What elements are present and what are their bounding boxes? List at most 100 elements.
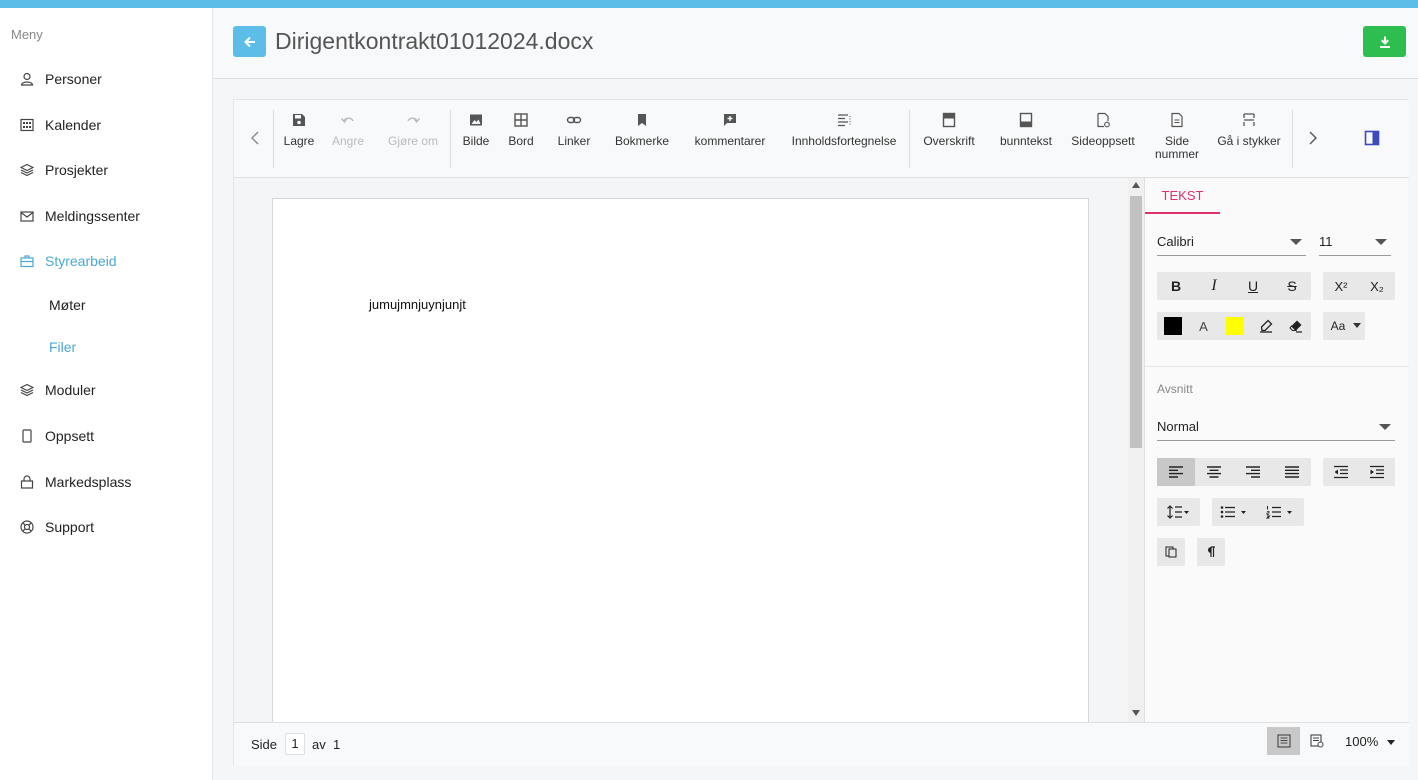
increase-indent-button[interactable] [1359,458,1395,486]
decrease-indent-button[interactable] [1323,458,1359,486]
line-spacing-button[interactable] [1157,498,1200,526]
alignment-group [1157,458,1311,486]
sidebar-item-label: Meldingssenter [45,208,140,224]
toolbar-divider [909,110,910,168]
toggle-properties-pane-button[interactable] [1364,130,1380,146]
page-break-button[interactable]: Gå i stykker [1216,112,1282,148]
paragraph-style-value: Normal [1157,419,1199,434]
font-color-dropdown[interactable]: A [1188,312,1219,340]
line-spacing-icon [1166,505,1191,519]
paste-button[interactable] [1157,538,1185,566]
align-right-button[interactable] [1234,458,1272,486]
bold-button[interactable]: B [1157,272,1195,300]
sidebar: Meny Personer Kalender Prosjekter Meldin… [0,8,213,780]
redo-button[interactable]: Gjøre om [386,112,440,148]
sidebar-item-oppsett[interactable]: Oppsett [0,418,212,454]
align-center-icon [1206,465,1222,479]
font-family-select[interactable]: Calibri [1157,228,1306,256]
footer-button[interactable]: bunntekst [999,112,1053,148]
sidebar-subitem-filer[interactable]: Filer [49,339,76,355]
indent-group [1323,458,1395,486]
toolbar-divider [450,110,451,168]
properties-pane: TEKST Calibri 11 B I U S X² X₂ A Aa Avsn… [1144,178,1409,722]
superscript-button[interactable]: X² [1323,272,1359,300]
vertical-scrollbar[interactable] [1128,178,1144,722]
paste-icon [1165,546,1177,558]
scroll-up-icon[interactable] [1132,182,1140,188]
chevron-down-icon[interactable] [1353,323,1361,328]
chevron-down-icon [1290,239,1302,245]
font-size-select[interactable]: 11 [1319,228,1391,256]
highlighter-icon [1259,319,1273,333]
highlighter-button[interactable] [1250,312,1281,340]
bookmark-icon [634,112,650,128]
undo-button[interactable]: Angre [330,112,366,148]
download-button[interactable] [1363,26,1406,57]
document-canvas[interactable]: jumujmnjuynjunjt [234,178,1128,722]
tab-text[interactable]: TEKST [1145,178,1220,214]
document-page[interactable]: jumujmnjuynjunjt [272,198,1089,722]
insert-table-button[interactable]: Bord [506,112,536,148]
bullet-list-button[interactable] [1212,498,1258,526]
table-of-contents-button[interactable]: Innholdsfortegnelse [790,112,898,148]
subscript-button[interactable]: X₂ [1359,272,1395,300]
zoom-select[interactable]: 100% [1345,734,1395,749]
comments-label: kommentarer [694,134,766,148]
highlight-color-button[interactable] [1219,312,1250,340]
sidebar-item-personer[interactable]: Personer [0,61,212,97]
back-button[interactable] [233,26,266,57]
sidebar-item-markedsplass[interactable]: Markedsplass [0,464,212,500]
scroll-down-icon[interactable] [1132,710,1140,716]
page-setup-label: Sideoppsett [1071,134,1135,148]
underline-button[interactable]: U [1234,272,1272,300]
font-color-button[interactable] [1157,312,1188,340]
print-layout-icon [1276,734,1291,748]
insert-comment-button[interactable]: kommentarer [694,112,766,148]
toolbar-scroll-right[interactable] [1306,130,1320,146]
justify-button[interactable] [1273,458,1311,486]
sidebar-item-moduler[interactable]: Moduler [0,372,212,408]
justify-icon [1284,465,1300,479]
undo-icon [340,112,356,128]
panel-toggle-icon [1364,130,1380,146]
page-setup-button[interactable]: Sideoppsett [1070,112,1136,148]
sidebar-item-kalender[interactable]: Kalender [0,107,212,143]
color-group: A [1157,312,1311,340]
align-center-button[interactable] [1195,458,1233,486]
header-icon [941,112,957,128]
insert-bookmark-button[interactable]: Bokmerke [614,112,670,148]
paragraph-style-select[interactable]: Normal [1157,413,1395,441]
numbered-list-button[interactable] [1258,498,1304,526]
italic-button[interactable]: I [1195,272,1233,300]
clear-format-button[interactable] [1281,312,1311,340]
strikethrough-button[interactable]: S [1273,272,1311,300]
insert-link-button[interactable]: Linker [556,112,592,148]
align-left-button[interactable] [1157,458,1195,486]
sidebar-item-prosjekter[interactable]: Prosjekter [0,152,212,188]
show-formatting-button[interactable] [1197,538,1225,566]
toolbar-scroll-left[interactable] [248,130,262,146]
scrollbar-thumb[interactable] [1130,196,1142,448]
sidebar-item-support[interactable]: Support [0,509,212,545]
highlight-color-swatch [1225,317,1244,335]
print-layout-button[interactable] [1267,727,1300,755]
bullet-list-icon [1220,505,1250,519]
insert-image-button[interactable]: Bilde [460,112,492,148]
change-case-button[interactable]: Aa [1323,312,1353,340]
web-layout-button[interactable] [1300,727,1333,755]
outdent-icon [1333,465,1349,479]
table-icon [513,112,529,128]
sidebar-item-meldingssenter[interactable]: Meldingssenter [0,198,212,234]
current-page-input[interactable]: 1 [285,733,305,755]
indent-icon [1369,465,1385,479]
sidebar-subitem-moter[interactable]: Møter [49,297,86,313]
link-label: Linker [557,134,591,148]
sidebar-item-styrearbeid[interactable]: Styrearbeid [0,243,212,279]
person-icon [20,72,34,86]
page-break-label: Gå i stykker [1217,134,1281,148]
undo-label: Angre [331,134,365,148]
page-number-button[interactable]: Side nummer [1152,112,1202,161]
header-button[interactable]: Overskrift [922,112,976,148]
document-text[interactable]: jumujmnjuynjunjt [369,297,466,312]
save-button[interactable]: Lagre [281,112,317,148]
